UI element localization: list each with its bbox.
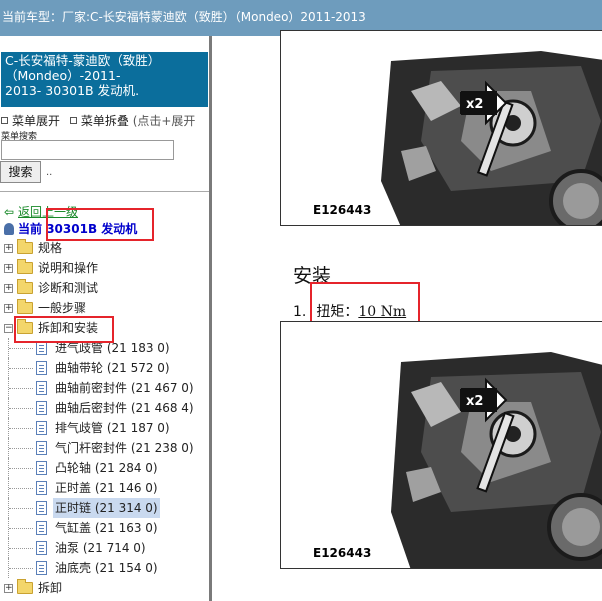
folder-icon [17, 299, 33, 314]
tree-child-item[interactable]: 凸轮轴 (21 284 0) [0, 458, 209, 478]
tree-child-item[interactable]: 油底壳 (21 154 0) [0, 558, 209, 578]
tree-child-label[interactable]: 正时盖 (21 146 0) [55, 478, 158, 498]
search-dots: .. [46, 167, 53, 178]
x2-badge-top: x2 [466, 97, 484, 112]
expand-plus-icon[interactable]: + [4, 304, 13, 313]
tree-child-label[interactable]: 曲轴前密封件 (21 467 0) [55, 378, 194, 398]
folder-icon [17, 259, 33, 274]
folder-icon [17, 279, 33, 294]
vehicle-line-3: 2013- 30301B 发动机. [5, 83, 140, 98]
divider [0, 191, 209, 192]
tree-child-label[interactable]: 气门杆密封件 (21 238 0) [55, 438, 194, 458]
tree-child-label[interactable]: 油底壳 (21 154 0) [55, 558, 158, 578]
tree-item-label[interactable]: 诊断和测试 [38, 278, 98, 298]
vehicle-line-1: C-长安福特-蒙迪欧（致胜） [5, 53, 161, 68]
tree-item-specs[interactable]: + 规格 [0, 238, 209, 258]
tree-item-label[interactable]: 一般步骤 [38, 298, 86, 318]
folder-icon [17, 579, 33, 594]
tree-child-label[interactable]: 油泵 (21 714 0) [55, 538, 146, 558]
tree-item-diagnosis[interactable]: + 诊断和测试 [0, 278, 209, 298]
folder-icon [17, 239, 33, 254]
highlight-box-current [46, 208, 154, 241]
expand-plus-icon[interactable]: + [4, 584, 13, 593]
tree-child-label[interactable]: 排气歧管 (21 187 0) [55, 418, 170, 438]
menu-collapse-link[interactable]: 菜单拆叠 [81, 114, 129, 128]
content-pane: x2 E126443 安装 1. 扭矩：10 Nm x2 E126443 [215, 30, 602, 601]
document-icon [36, 341, 47, 355]
x2-badge-bottom: x2 [466, 394, 484, 409]
current-label: 当前 [18, 222, 43, 236]
vehicle-line-2: （Mondeo）-2011- [5, 68, 121, 83]
expand-plus-icon[interactable]: + [4, 244, 13, 253]
document-icon [36, 381, 47, 395]
selected-vehicle-box: C-长安福特-蒙迪欧（致胜） （Mondeo）-2011- 2013- 3030… [1, 52, 208, 107]
back-arrow-icon: ⇦ [4, 205, 15, 219]
document-icon [36, 441, 47, 455]
tree-child-label[interactable]: 曲轴后密封件 (21 468 4) [55, 398, 194, 418]
document-icon [36, 481, 47, 495]
menu-hint: (点击+展开 [132, 114, 196, 128]
menu-toggle-row: 菜单展开 菜单拆叠 (点击+展开 [1, 112, 195, 129]
tree-child-item-selected[interactable]: 正时链 (21 314 0) [0, 498, 209, 518]
tree-item-disassembly[interactable]: + 拆卸 [0, 578, 209, 598]
tree-item-label[interactable]: 拆卸 [38, 578, 62, 598]
tree-child-label[interactable]: 凸轮轴 (21 284 0) [55, 458, 158, 478]
vehicle-name: 厂家:C-长安福特蒙迪欧（致胜）（Mondeo）2011-2013 [62, 10, 366, 24]
highlight-box-removal [14, 316, 114, 343]
engine-illustration-top [281, 31, 602, 225]
tree-child-label[interactable]: 正时链 (21 314 0) [53, 498, 160, 518]
tree-child-item[interactable]: 排气歧管 (21 187 0) [0, 418, 209, 438]
document-icon [36, 521, 47, 535]
expand-plus-icon[interactable]: + [4, 284, 13, 293]
tree-child-label[interactable]: 气缸盖 (21 163 0) [55, 518, 158, 538]
tree-child-item[interactable]: 曲轴带轮 (21 572 0) [0, 358, 209, 378]
document-icon [36, 461, 47, 475]
location-pin-icon [4, 223, 14, 235]
document-icon [36, 561, 47, 575]
tree-item-description[interactable]: + 说明和操作 [0, 258, 209, 278]
search-input[interactable] [1, 140, 174, 160]
document-icon [36, 501, 47, 515]
tree-child-label[interactable]: 曲轴带轮 (21 572 0) [55, 358, 170, 378]
figure-top-caption: E126443 [313, 203, 372, 217]
tree-child-item[interactable]: 气缸盖 (21 163 0) [0, 518, 209, 538]
vehicle-label: 当前车型： [2, 10, 63, 24]
document-icon [36, 421, 47, 435]
search-button[interactable]: 搜索 [0, 161, 41, 183]
tree-child-item[interactable]: 正时盖 (21 146 0) [0, 478, 209, 498]
menu-tree: + 规格 + 说明和操作 + 诊断和测试 + 一般步骤 − 拆卸和安装 进气歧管 (21 … [0, 238, 209, 598]
expand-plus-icon[interactable]: + [4, 264, 13, 273]
figure-bottom-caption: E126443 [313, 546, 372, 560]
tree-item-general[interactable]: + 一般步骤 [0, 298, 209, 318]
figure-bottom: x2 E126443 [280, 321, 602, 569]
engine-illustration-bottom [281, 322, 602, 568]
tree-item-label[interactable]: 说明和操作 [38, 258, 98, 278]
document-icon [36, 401, 47, 415]
tree-child-item[interactable]: 曲轴前密封件 (21 467 0) [0, 378, 209, 398]
figure-top: x2 E126443 [280, 30, 602, 226]
collapse-minus-icon[interactable]: − [4, 324, 13, 333]
tree-child-item[interactable]: 气门杆密封件 (21 238 0) [0, 438, 209, 458]
step-number: 1. [293, 304, 307, 320]
menu-expand-link[interactable]: 菜单展开 [12, 114, 60, 128]
tree-item-label[interactable]: 规格 [38, 238, 62, 258]
document-icon [36, 541, 47, 555]
tree-child-item[interactable]: 曲轴后密封件 (21 468 4) [0, 398, 209, 418]
document-icon [36, 361, 47, 375]
collapse-icon[interactable] [69, 117, 77, 124]
left-navigation-pane: C-长安福特-蒙迪欧（致胜） （Mondeo）-2011- 2013- 3030… [0, 36, 212, 601]
tree-child-item[interactable]: 油泵 (21 714 0) [0, 538, 209, 558]
expand-icon[interactable] [1, 117, 8, 124]
